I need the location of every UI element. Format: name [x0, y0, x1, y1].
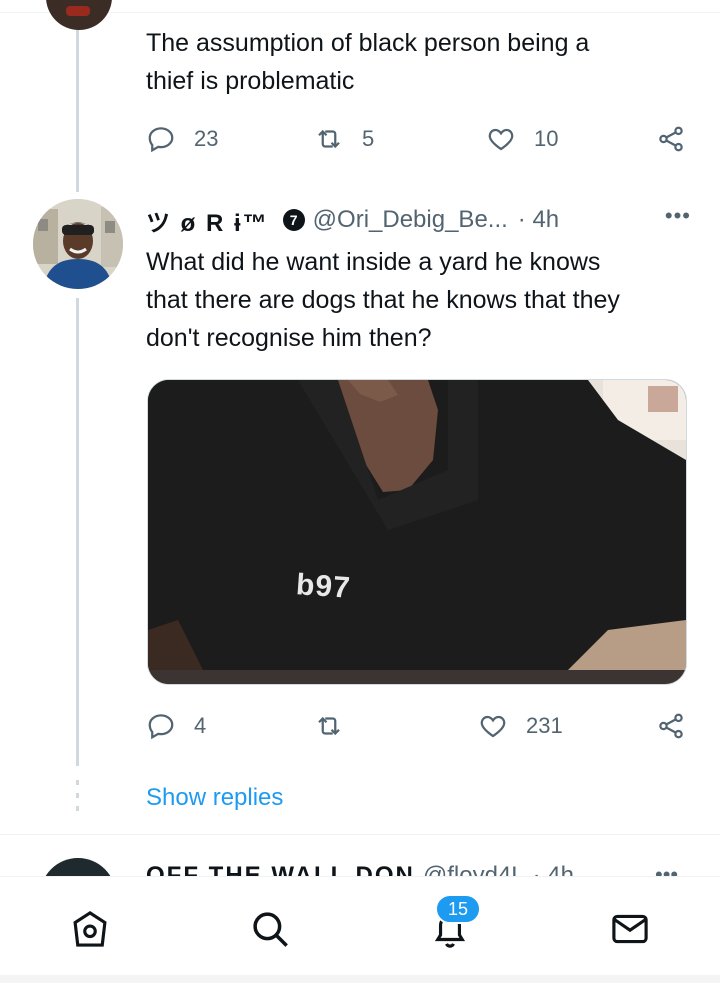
nav-search[interactable]: [246, 905, 294, 953]
retweet-icon: [318, 716, 340, 736]
bottom-navigation: 15: [0, 876, 720, 984]
share-icon: [659, 126, 683, 152]
tweet2-actions: 4 231: [146, 706, 691, 746]
tweet2-header: ツ ø R ɨ™ 7 @Ori_Debig_Be... · 4h •••: [146, 203, 691, 237]
share-button[interactable]: [656, 706, 686, 746]
system-bottom-bar: [0, 975, 720, 983]
reply-count: 23: [194, 126, 219, 151]
reply-icon: [148, 714, 174, 740]
tweet-media-image[interactable]: b97: [147, 379, 687, 685]
tweet2-text-line1: What did he want inside a yard he knows: [146, 248, 601, 276]
retweet-button[interactable]: [314, 706, 344, 746]
tweet1-text-line1: The assumption of black person being a: [146, 29, 590, 57]
like-button[interactable]: 231: [478, 706, 563, 746]
retweet-button[interactable]: 5: [314, 119, 374, 159]
reply-icon: [148, 127, 174, 153]
retweet-icon: [318, 129, 340, 149]
more-options-icon[interactable]: •••: [665, 203, 691, 229]
nav-messages[interactable]: [606, 905, 654, 953]
tweet-divider: [0, 834, 720, 835]
heart-icon: [488, 128, 514, 151]
reply-button[interactable]: 23: [146, 119, 218, 159]
like-button[interactable]: 10: [486, 119, 558, 159]
messages-icon: [612, 914, 648, 944]
author-avatar[interactable]: [33, 199, 123, 289]
like-count: 231: [526, 713, 563, 738]
retweet-count: 5: [362, 126, 375, 151]
author-handle[interactable]: @Ori_Debig_Be...: [313, 206, 508, 234]
reply-button[interactable]: 4: [146, 706, 206, 746]
like-count: 10: [534, 126, 559, 151]
verified-badge-icon: 7: [282, 209, 305, 231]
tweet2-text-line3: don't recognise him then?: [146, 324, 432, 352]
tweet1-actions: 23 5 10: [146, 119, 691, 159]
tweet2-text-line2: that there are dogs that he knows that t…: [146, 286, 620, 314]
show-replies-link[interactable]: Show replies: [146, 784, 283, 812]
shirt-logo: b97: [294, 568, 352, 605]
notifications-count-badge: 15: [435, 894, 481, 924]
author-name[interactable]: ツ ø R ɨ™: [146, 203, 269, 238]
tweet1-text-line2: thief is problematic: [146, 67, 355, 95]
previous-author-avatar[interactable]: [46, 0, 112, 30]
heart-icon: [480, 715, 506, 738]
thread-line: [76, 30, 79, 192]
home-icon: [73, 911, 107, 947]
reply-count: 4: [194, 713, 207, 738]
tweet-time[interactable]: · 4h: [518, 206, 559, 234]
share-button[interactable]: [656, 119, 686, 159]
search-icon: [253, 912, 288, 947]
thread-line: [76, 298, 79, 766]
thread-dots: [76, 780, 79, 818]
share-icon: [659, 713, 683, 739]
nav-home[interactable]: [66, 905, 114, 953]
